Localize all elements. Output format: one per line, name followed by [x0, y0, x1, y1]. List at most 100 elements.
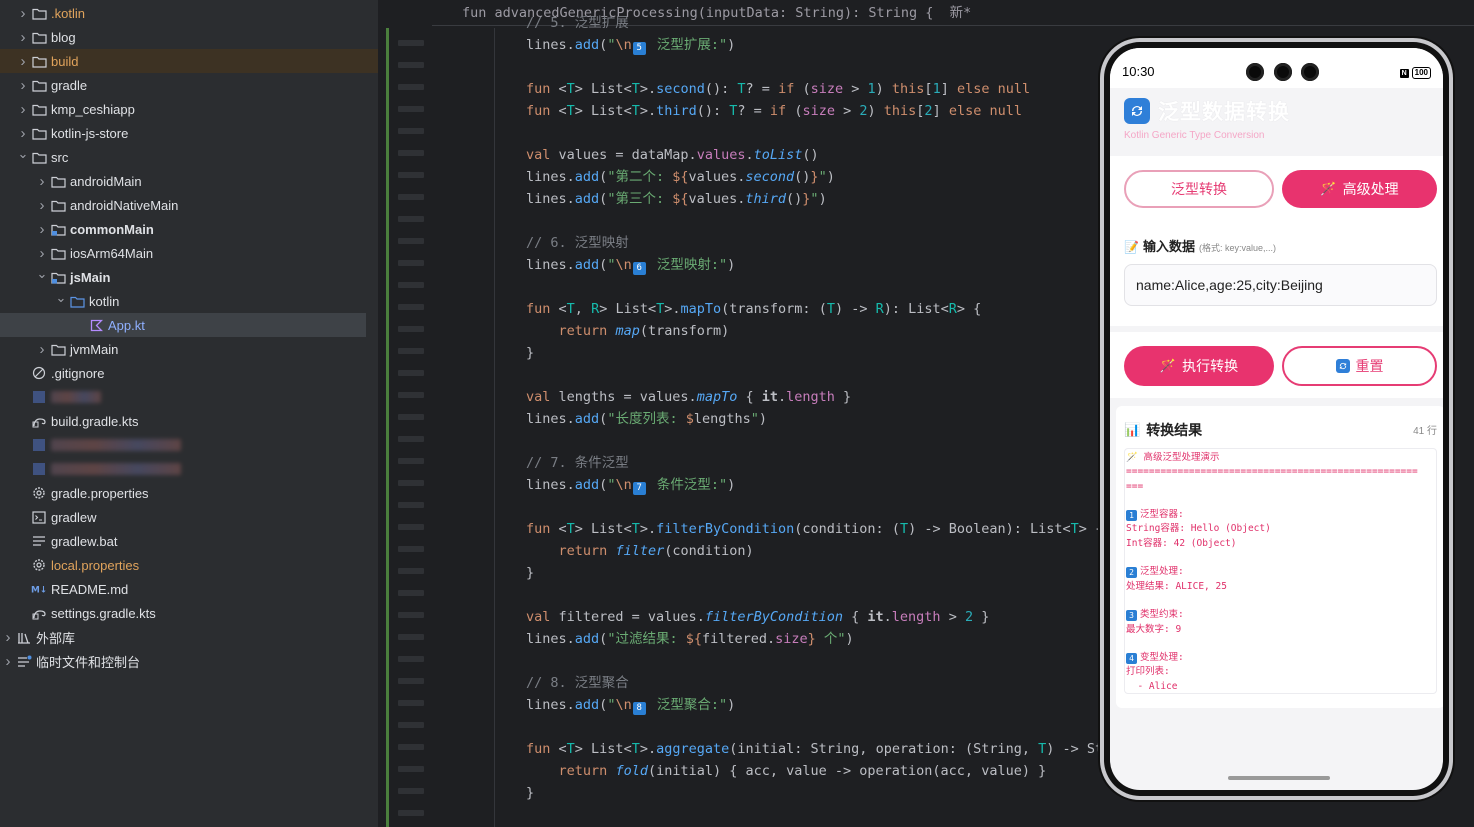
code-line[interactable]: fun <T> List<T>.aggregate(initial: Strin… — [526, 738, 1111, 760]
chevron-down-icon[interactable]: ⌄ — [15, 146, 31, 162]
tree-item[interactable]: › 临时文件和控制台 — [0, 649, 378, 673]
input-label-row: 📝 输入数据 (格式: key:value,...) — [1124, 236, 1276, 255]
tree-item[interactable]: › kmp_ceshiapp — [0, 97, 378, 121]
code-line[interactable]: // 6. 泛型映射 — [526, 232, 629, 254]
code-line[interactable]: val filtered = values.filterByCondition … — [526, 606, 989, 628]
tree-item[interactable]: gradlew.bat — [0, 529, 378, 553]
code-line[interactable]: lines.add("\n 8 泛型聚合:") — [526, 694, 735, 716]
result-line: 4 变型处理: — [1126, 651, 1435, 665]
code-line[interactable]: // 5. 泛型扩展 — [526, 12, 629, 34]
code-line[interactable]: // 8. 泛型聚合 — [526, 672, 629, 694]
result-line — [1126, 494, 1435, 508]
tree-item[interactable]: › androidMain — [0, 169, 378, 193]
line-number — [398, 678, 424, 684]
tree-item-label: README.md — [51, 581, 129, 597]
chevron-right-icon[interactable]: › — [0, 629, 16, 646]
chevron-right-icon[interactable]: › — [0, 653, 16, 670]
tree-item[interactable] — [0, 457, 378, 481]
tree-item[interactable]: › androidNativeMain — [0, 193, 378, 217]
result-line: === — [1126, 480, 1144, 492]
chevron-right-icon[interactable]: › — [34, 221, 50, 238]
data-input-field[interactable]: name:Alice,age:25,city:Beijing — [1124, 264, 1437, 306]
tree-item[interactable]: ⌄ jsMain — [0, 265, 378, 289]
redacted-filename — [51, 463, 181, 475]
chevron-right-icon[interactable]: › — [15, 125, 31, 142]
folder-icon — [31, 78, 47, 92]
tree-item[interactable]: M↓ README.md — [0, 577, 378, 601]
code-line[interactable]: } — [526, 562, 534, 584]
markdown-file-icon: M↓ — [31, 582, 47, 596]
code-line[interactable]: } — [526, 342, 534, 364]
tree-item[interactable]: › blog — [0, 25, 378, 49]
code-line[interactable]: lines.add("\n 7 条件泛型:") — [526, 474, 735, 496]
run-conversion-button[interactable]: 🪄 执行转换 — [1124, 346, 1274, 386]
chevron-right-icon[interactable]: › — [34, 341, 50, 358]
code-line[interactable]: return fold(initial) { acc, value -> ope… — [526, 760, 1047, 782]
code-line[interactable]: } — [526, 782, 534, 804]
input-hint: (格式: key:value,...) — [1198, 243, 1276, 253]
home-indicator[interactable] — [1228, 776, 1330, 780]
code-line[interactable]: val values = dataMap.values.toList() — [526, 144, 819, 166]
code-line[interactable]: return map(transform) — [526, 320, 730, 342]
chevron-right-icon[interactable]: › — [15, 77, 31, 94]
code-line[interactable]: lines.add("过滤结果: ${filtered.size} 个") — [526, 628, 854, 650]
chevron-right-icon[interactable]: › — [15, 53, 31, 70]
code-line[interactable]: lines.add("第二个: ${values.second()}") — [526, 166, 835, 188]
chevron-right-icon[interactable]: › — [15, 101, 31, 118]
tree-item[interactable]: › iosArm64Main — [0, 241, 378, 265]
code-line[interactable]: fun <T, R> List<T>.mapTo(transform: (T) … — [526, 298, 981, 320]
tree-item[interactable] — [0, 433, 378, 457]
code-line[interactable]: fun <T> List<T>.filterByCondition(condit… — [526, 518, 1103, 540]
reset-button[interactable]: 重置 — [1282, 346, 1437, 386]
tree-item[interactable]: › 外部库 — [0, 625, 378, 649]
chevron-right-icon[interactable]: › — [15, 5, 31, 22]
tree-item[interactable] — [0, 385, 378, 409]
line-number — [398, 62, 424, 68]
tree-item-label: kmp_ceshiapp — [51, 101, 135, 117]
result-output[interactable]: 🪄 高级泛型处理演示 ==============================… — [1124, 448, 1437, 694]
tree-item[interactable]: › gradle — [0, 73, 378, 97]
chevron-right-icon[interactable]: › — [34, 197, 50, 214]
chevron-right-icon[interactable]: › — [34, 173, 50, 190]
chevron-right-icon[interactable]: › — [15, 29, 31, 46]
tab-advanced-processing[interactable]: 🪄 高级处理 — [1282, 170, 1437, 208]
tab-generic-conversion[interactable]: 泛型转换 — [1124, 170, 1274, 208]
line-number — [398, 634, 424, 640]
tree-item-label: androidMain — [70, 173, 142, 189]
project-tree[interactable]: › .kotlin › blog › build › gradle › kmp_ceshiapp ›… — [0, 0, 378, 827]
tree-item[interactable]: settings.gradle.kts — [0, 601, 378, 625]
code-line[interactable]: val lengths = values.mapTo { it.length } — [526, 386, 851, 408]
tree-item[interactable]: gradle.properties — [0, 481, 378, 505]
result-line: 3 类型约束: — [1126, 608, 1435, 622]
code-line[interactable]: lines.add("第三个: ${values.third()}") — [526, 188, 827, 210]
tree-item[interactable]: .gitignore — [0, 361, 378, 385]
tree-item[interactable]: ⌄ src — [0, 145, 378, 169]
vcs-change-marker — [386, 28, 389, 827]
code-line[interactable]: return filter(condition) — [526, 540, 754, 562]
tree-item[interactable]: App.kt — [0, 313, 366, 337]
code-line[interactable]: // 7. 条件泛型 — [526, 452, 629, 474]
chevron-right-icon[interactable]: › — [34, 245, 50, 262]
tree-item[interactable]: › build — [0, 49, 378, 73]
redacted-filename — [51, 439, 181, 451]
chevron-down-icon[interactable]: ⌄ — [53, 290, 69, 306]
app-subtitle: Kotlin Generic Type Conversion — [1124, 130, 1265, 141]
tree-item[interactable]: › .kotlin — [0, 1, 378, 25]
chevron-down-icon[interactable]: ⌄ — [34, 266, 50, 282]
tree-item[interactable]: › commonMain — [0, 217, 378, 241]
tree-item[interactable]: build.gradle.kts — [0, 409, 378, 433]
line-number — [398, 524, 424, 530]
code-line[interactable]: lines.add("长度列表: $lengths") — [526, 408, 767, 430]
tree-item[interactable]: local.properties — [0, 553, 378, 577]
tree-item[interactable]: gradlew — [0, 505, 378, 529]
result-line — [1126, 637, 1435, 651]
code-line[interactable]: lines.add("\n 5 泛型扩展:") — [526, 34, 735, 56]
tree-item[interactable]: › jvmMain — [0, 337, 378, 361]
code-line[interactable]: lines.add("\n 6 泛型映射:") — [526, 254, 735, 276]
notification-icon: N — [1399, 68, 1409, 78]
code-line[interactable]: fun <T> List<T>.third(): T? = if (size >… — [526, 100, 1022, 122]
magic-wand-icon: 🪄 — [1320, 181, 1337, 197]
code-line[interactable]: fun <T> List<T>.second(): T? = if (size … — [526, 78, 1030, 100]
tree-item[interactable]: ⌄ kotlin — [0, 289, 378, 313]
tree-item[interactable]: › kotlin-js-store — [0, 121, 378, 145]
